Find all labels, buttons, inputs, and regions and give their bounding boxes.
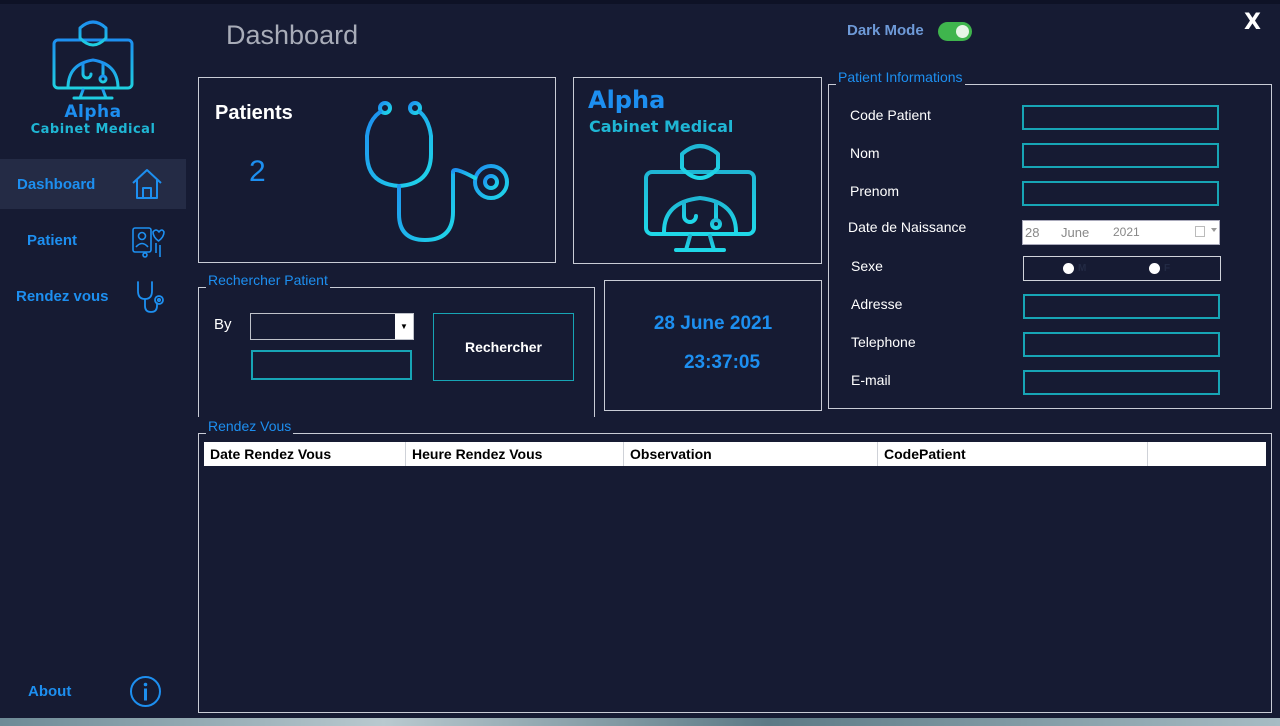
doctor-monitor-icon xyxy=(52,20,134,100)
sexe-option-f-label: F xyxy=(1164,263,1171,274)
patient-record-icon xyxy=(132,227,165,258)
patient-info-panel xyxy=(828,84,1272,409)
clock-card xyxy=(604,280,822,411)
dark-mode-toggle[interactable] xyxy=(938,22,972,41)
search-legend: Rechercher Patient xyxy=(206,272,330,288)
nom-label: Nom xyxy=(850,145,880,161)
sidebar-item-dashboard[interactable]: Dashboard xyxy=(0,159,186,209)
stethoscope-icon xyxy=(365,101,509,243)
home-icon xyxy=(132,169,162,199)
dark-mode-label: Dark Mode xyxy=(847,22,924,39)
chevron-down-icon[interactable] xyxy=(1211,228,1217,232)
patients-card: Patients 2 xyxy=(198,77,556,263)
nom-field[interactable] xyxy=(1022,143,1219,168)
email-field[interactable] xyxy=(1023,370,1220,395)
page-title: Dashboard xyxy=(226,20,359,50)
code-patient-label: Code Patient xyxy=(850,107,931,123)
sidebar-item-rendez-vous[interactable]: Rendez vous xyxy=(0,271,186,321)
search-input[interactable] xyxy=(251,350,412,380)
date-naissance-picker[interactable]: 28 June 2021 xyxy=(1022,220,1220,245)
by-label: By xyxy=(214,316,232,333)
current-date: 28 June 2021 xyxy=(653,313,773,334)
chevron-down-icon[interactable]: ▼ xyxy=(395,314,413,339)
rendezvous-legend: Rendez Vous xyxy=(206,418,294,434)
email-label: E-mail xyxy=(851,372,891,388)
birth-year: 2021 xyxy=(1113,225,1140,239)
sexe-label: Sexe xyxy=(851,258,883,274)
brand-subtitle: Cabinet Medical xyxy=(589,117,734,136)
sidebar: Alpha Cabinet Medical Dashboard Patient xyxy=(0,4,186,714)
close-button[interactable]: X xyxy=(1244,10,1261,35)
stethoscope-icon xyxy=(137,281,164,313)
sexe-radio-group: M F xyxy=(1023,256,1221,281)
search-by-select[interactable]: ▼ xyxy=(250,313,414,340)
adresse-label: Adresse xyxy=(851,296,903,312)
brand-title: Alpha xyxy=(588,86,666,114)
patient-info-legend: Patient Informations xyxy=(836,69,965,85)
telephone-label: Telephone xyxy=(851,334,916,350)
column-code-patient[interactable]: CodePatient xyxy=(878,442,1148,466)
calendar-icon[interactable] xyxy=(1195,226,1205,237)
search-button[interactable]: Rechercher xyxy=(433,313,574,381)
logo-subtitle: Cabinet Medical xyxy=(30,122,156,137)
current-time: 23:37:05 xyxy=(683,352,761,373)
column-heure[interactable]: Heure Rendez Vous xyxy=(406,442,624,466)
sexe-option-m-label: M xyxy=(1078,263,1087,274)
desktop-strip xyxy=(0,718,1280,726)
date-naissance-label: Date de Naissance xyxy=(848,219,967,235)
title-strip xyxy=(0,0,1280,4)
rendezvous-table-body[interactable] xyxy=(204,466,1266,710)
prenom-field[interactable] xyxy=(1022,181,1219,206)
sexe-radio-m[interactable] xyxy=(1063,263,1074,274)
birth-day: 28 xyxy=(1025,225,1040,240)
telephone-field[interactable] xyxy=(1023,332,1220,357)
app-window: Alpha Cabinet Medical Dashboard Patient xyxy=(0,0,1280,726)
sidebar-item-patient[interactable]: Patient xyxy=(0,215,186,265)
column-empty xyxy=(1148,442,1266,466)
code-patient-field[interactable] xyxy=(1022,105,1219,130)
birth-month: June xyxy=(1061,225,1090,240)
toggle-knob xyxy=(956,25,969,38)
rendezvous-table-header: Date Rendez Vous Heure Rendez Vous Obser… xyxy=(204,442,1266,466)
about-label: About xyxy=(28,682,72,700)
sidebar-item-label: Patient xyxy=(27,231,78,249)
doctor-monitor-icon xyxy=(644,144,756,252)
patients-count: 2 xyxy=(249,155,266,188)
column-date[interactable]: Date Rendez Vous xyxy=(204,442,406,466)
column-observation[interactable]: Observation xyxy=(624,442,878,466)
sexe-radio-f[interactable] xyxy=(1149,263,1160,274)
sidebar-item-about[interactable]: About xyxy=(0,671,186,711)
logo-title: Alpha xyxy=(64,102,122,122)
brand-card: Alpha Cabinet Medical xyxy=(573,77,822,264)
adresse-field[interactable] xyxy=(1023,294,1220,319)
patients-title: Patients xyxy=(215,102,293,124)
info-icon xyxy=(130,676,161,707)
prenom-label: Prenom xyxy=(850,183,900,199)
sidebar-item-label: Rendez vous xyxy=(16,287,109,305)
sidebar-item-label: Dashboard xyxy=(17,175,96,193)
